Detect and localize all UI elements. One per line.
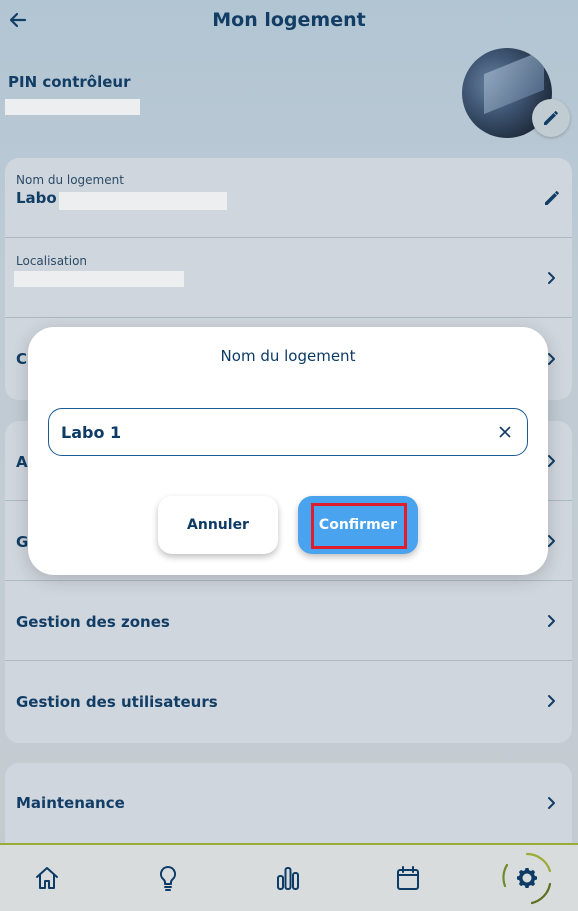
settings-icon (517, 868, 537, 888)
nav-settings[interactable] (512, 863, 542, 893)
home-name-input[interactable]: Labo 1 (48, 408, 528, 456)
nav-calendar[interactable] (393, 863, 423, 893)
stats-icon (277, 867, 299, 890)
cancel-button[interactable]: Annuler (158, 496, 278, 554)
calendar-icon (397, 866, 419, 890)
bulb-icon (159, 865, 177, 891)
nav-home[interactable] (32, 863, 62, 893)
nav-lighting[interactable] (153, 863, 183, 893)
confirm-button[interactable]: Confirmer (298, 496, 418, 554)
home-icon (36, 867, 58, 889)
dialog-title: Nom du logement (220, 347, 356, 365)
nav-statistics[interactable] (273, 863, 303, 893)
rename-dialog: Nom du logement Labo 1 Annuler Confirmer (28, 327, 548, 575)
bottom-navigation (0, 843, 578, 911)
home-name-input-value: Labo 1 (61, 423, 122, 442)
clear-icon[interactable] (497, 424, 513, 440)
